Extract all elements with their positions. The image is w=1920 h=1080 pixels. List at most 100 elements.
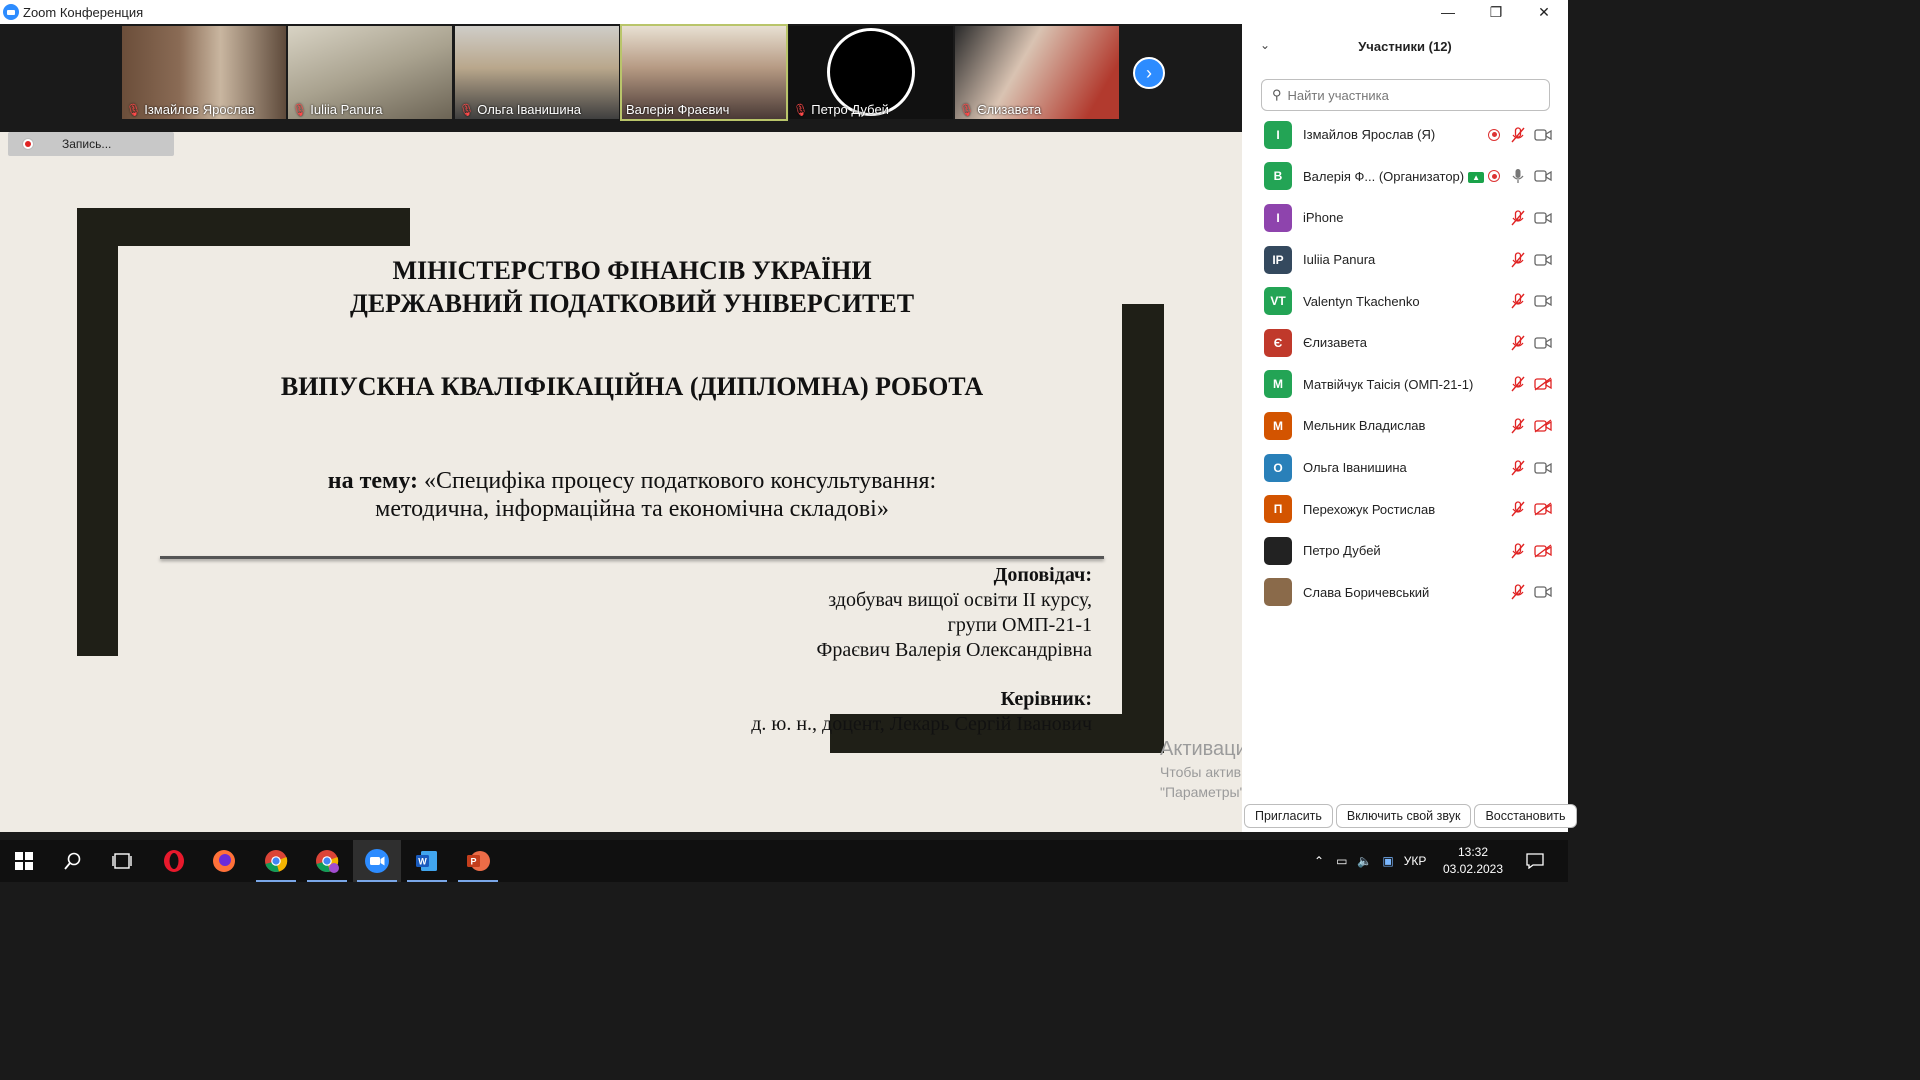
activation-watermark-line2: "Параметры". — [1160, 784, 1249, 800]
video-tile[interactable]: 🎙 Ольга Іванишина — [455, 26, 619, 119]
show-hidden-icons-icon[interactable]: ⌃ — [1314, 854, 1324, 868]
search-placeholder: Найти участника — [1287, 87, 1389, 103]
opera-icon[interactable] — [150, 840, 198, 882]
network-icon[interactable]: ▣ — [1382, 854, 1393, 868]
recording-icon — [1488, 128, 1500, 141]
topic-text-1: «Специфіка процесу податкового консульту… — [424, 468, 937, 494]
camera-icon[interactable] — [1534, 169, 1552, 183]
avatar: VT — [1264, 287, 1292, 316]
microphone-muted-icon[interactable] — [1510, 127, 1526, 143]
participants-panel: ⌄ Участники (12) ⚲ Найти участника I Ізма… — [1242, 24, 1577, 832]
participant-row[interactable]: П Перехожук Ростислав — [1242, 488, 1568, 530]
chrome-icon[interactable] — [252, 840, 300, 882]
volume-icon[interactable]: 🔈 — [1357, 854, 1372, 868]
microphone-muted-icon[interactable] — [1510, 584, 1526, 600]
participants-list: I Ізмайлов Ярослав (Я) В Валерія Ф... (Орга… — [1242, 114, 1568, 613]
recording-indicator[interactable]: Запись... — [8, 132, 174, 156]
recording-label: Запись... — [62, 137, 112, 151]
powerpoint-icon[interactable]: P — [454, 840, 502, 882]
svg-text:W: W — [418, 857, 427, 867]
participant-row[interactable]: VT Valentyn Tkachenko — [1242, 280, 1568, 322]
microphone-muted-icon[interactable] — [1510, 501, 1526, 517]
camera-icon[interactable] — [1534, 585, 1552, 599]
task-view-icon[interactable] — [98, 840, 146, 882]
mic-muted-icon: 🎙 — [126, 102, 142, 117]
microphone-muted-icon[interactable] — [1510, 293, 1526, 309]
video-tile[interactable]: 🎙 Ізмайлов Ярослав — [122, 26, 286, 119]
participant-name: Матвійчук Таісія (ОМП-21-1) — [1303, 377, 1473, 392]
close-button[interactable]: ✕ — [1520, 0, 1568, 24]
invite-button[interactable]: Пригласить — [1244, 804, 1333, 828]
restore-button[interactable]: Восстановить — [1474, 804, 1577, 828]
participant-name: Ізмайлов Ярослав (Я) — [1303, 127, 1435, 142]
recording-icon — [1488, 170, 1500, 183]
participants-title: Участники (12) — [1358, 39, 1452, 54]
microphone-muted-icon[interactable] — [1510, 418, 1526, 434]
video-tile[interactable]: 🎙 Iuliia Panura — [288, 26, 452, 119]
avatar: I — [1264, 120, 1292, 149]
search-taskbar-icon[interactable] — [49, 840, 97, 882]
participants-header: ⌄ Участники (12) — [1242, 24, 1568, 70]
word-icon[interactable]: W — [403, 840, 451, 882]
zoom-logo-icon — [3, 4, 19, 20]
camera-icon[interactable] — [1534, 294, 1552, 308]
chrome-profile-icon[interactable] — [303, 840, 351, 882]
video-tile-name: 🎙 Iuliia Panura — [292, 102, 383, 117]
participant-name-text: Перехожук Ростислав — [1303, 501, 1436, 517]
next-page-icon[interactable]: › — [1133, 57, 1165, 89]
video-tile[interactable]: 🎙 Єлизавета — [955, 26, 1119, 119]
participant-row[interactable]: I Ізмайлов Ярослав (Я) — [1242, 114, 1568, 156]
participants-footer: Пригласить Включить свой звук Восстанови… — [1242, 804, 1577, 828]
participant-row[interactable]: Слава Боричевський — [1242, 572, 1568, 614]
microphone-muted-icon[interactable] — [1510, 376, 1526, 392]
start-button[interactable] — [0, 840, 48, 882]
camera-icon[interactable] — [1534, 461, 1552, 475]
search-participant-input[interactable]: ⚲ Найти участника — [1261, 79, 1550, 111]
camera-icon[interactable] — [1534, 128, 1552, 142]
video-tile[interactable]: 🎙 Петро Дубей — [789, 26, 953, 119]
camera-off-icon[interactable] — [1534, 502, 1552, 516]
participant-name: Петро Дубей — [1303, 543, 1381, 558]
camera-icon[interactable] — [1534, 211, 1552, 225]
avatar: М — [1264, 370, 1292, 399]
camera-off-icon[interactable] — [1534, 419, 1552, 433]
frame-right — [1122, 304, 1164, 753]
video-tile-active-speaker[interactable]: Валерія Фраєвич — [620, 24, 788, 121]
notifications-icon[interactable] — [1512, 840, 1558, 882]
microphone-muted-icon[interactable] — [1510, 251, 1526, 268]
microphone-muted-icon[interactable] — [1510, 459, 1526, 476]
record-icon — [22, 138, 34, 150]
participant-row[interactable]: М Мельник Владислав — [1242, 405, 1568, 447]
participant-row[interactable]: Є Єлизавета — [1242, 322, 1568, 364]
participant-row[interactable]: М Матвійчук Таісія (ОМП-21-1) — [1242, 364, 1568, 406]
screen-share-badge-icon: ▲ — [1468, 171, 1485, 183]
camera-off-icon[interactable] — [1534, 544, 1552, 558]
camera-icon[interactable] — [1534, 253, 1552, 267]
microphone-muted-icon[interactable] — [1510, 543, 1526, 559]
mic-muted-icon: 🎙 — [959, 102, 975, 117]
microphone-muted-icon[interactable] — [1510, 210, 1526, 226]
participant-row[interactable]: О Ольга Іванишина — [1242, 447, 1568, 489]
language-indicator[interactable]: УКР — [1404, 854, 1427, 868]
avatar: О — [1264, 453, 1292, 482]
speaker-name: Фраєвич Валерія Олександрівна — [816, 639, 1092, 661]
microphone-icon[interactable] — [1510, 168, 1526, 184]
firefox-icon[interactable] — [200, 840, 248, 882]
camera-icon[interactable] — [1534, 336, 1552, 350]
minimize-button[interactable]: — — [1424, 0, 1472, 24]
participant-row[interactable]: Петро Дубей — [1242, 530, 1568, 572]
participant-name-text: Петро Дубей — [1303, 543, 1381, 559]
restore-button[interactable]: ❐ — [1472, 0, 1520, 24]
mic-muted-icon: 🎙 — [292, 102, 308, 117]
participant-name-text: Валерія Ф... (Организатор) — [1303, 168, 1465, 184]
university-title: ДЕРЖАВНИЙ ПОДАТКОВИЙ УНІВЕРСИТЕТ — [349, 289, 915, 318]
microphone-muted-icon[interactable] — [1510, 335, 1526, 351]
system-clock[interactable]: 13:32 03.02.2023 — [1440, 844, 1506, 878]
participant-row[interactable]: В Валерія Ф... (Организатор) ▲ — [1242, 156, 1568, 198]
unmute-button[interactable]: Включить свой звук — [1335, 804, 1472, 828]
battery-icon[interactable]: ▭ — [1336, 854, 1347, 868]
camera-off-icon[interactable] — [1534, 377, 1552, 391]
zoom-taskbar-icon[interactable] — [353, 840, 401, 882]
participant-row[interactable]: IiPhone — [1242, 197, 1568, 239]
participant-row[interactable]: IP Iuliia Panura — [1242, 239, 1568, 281]
